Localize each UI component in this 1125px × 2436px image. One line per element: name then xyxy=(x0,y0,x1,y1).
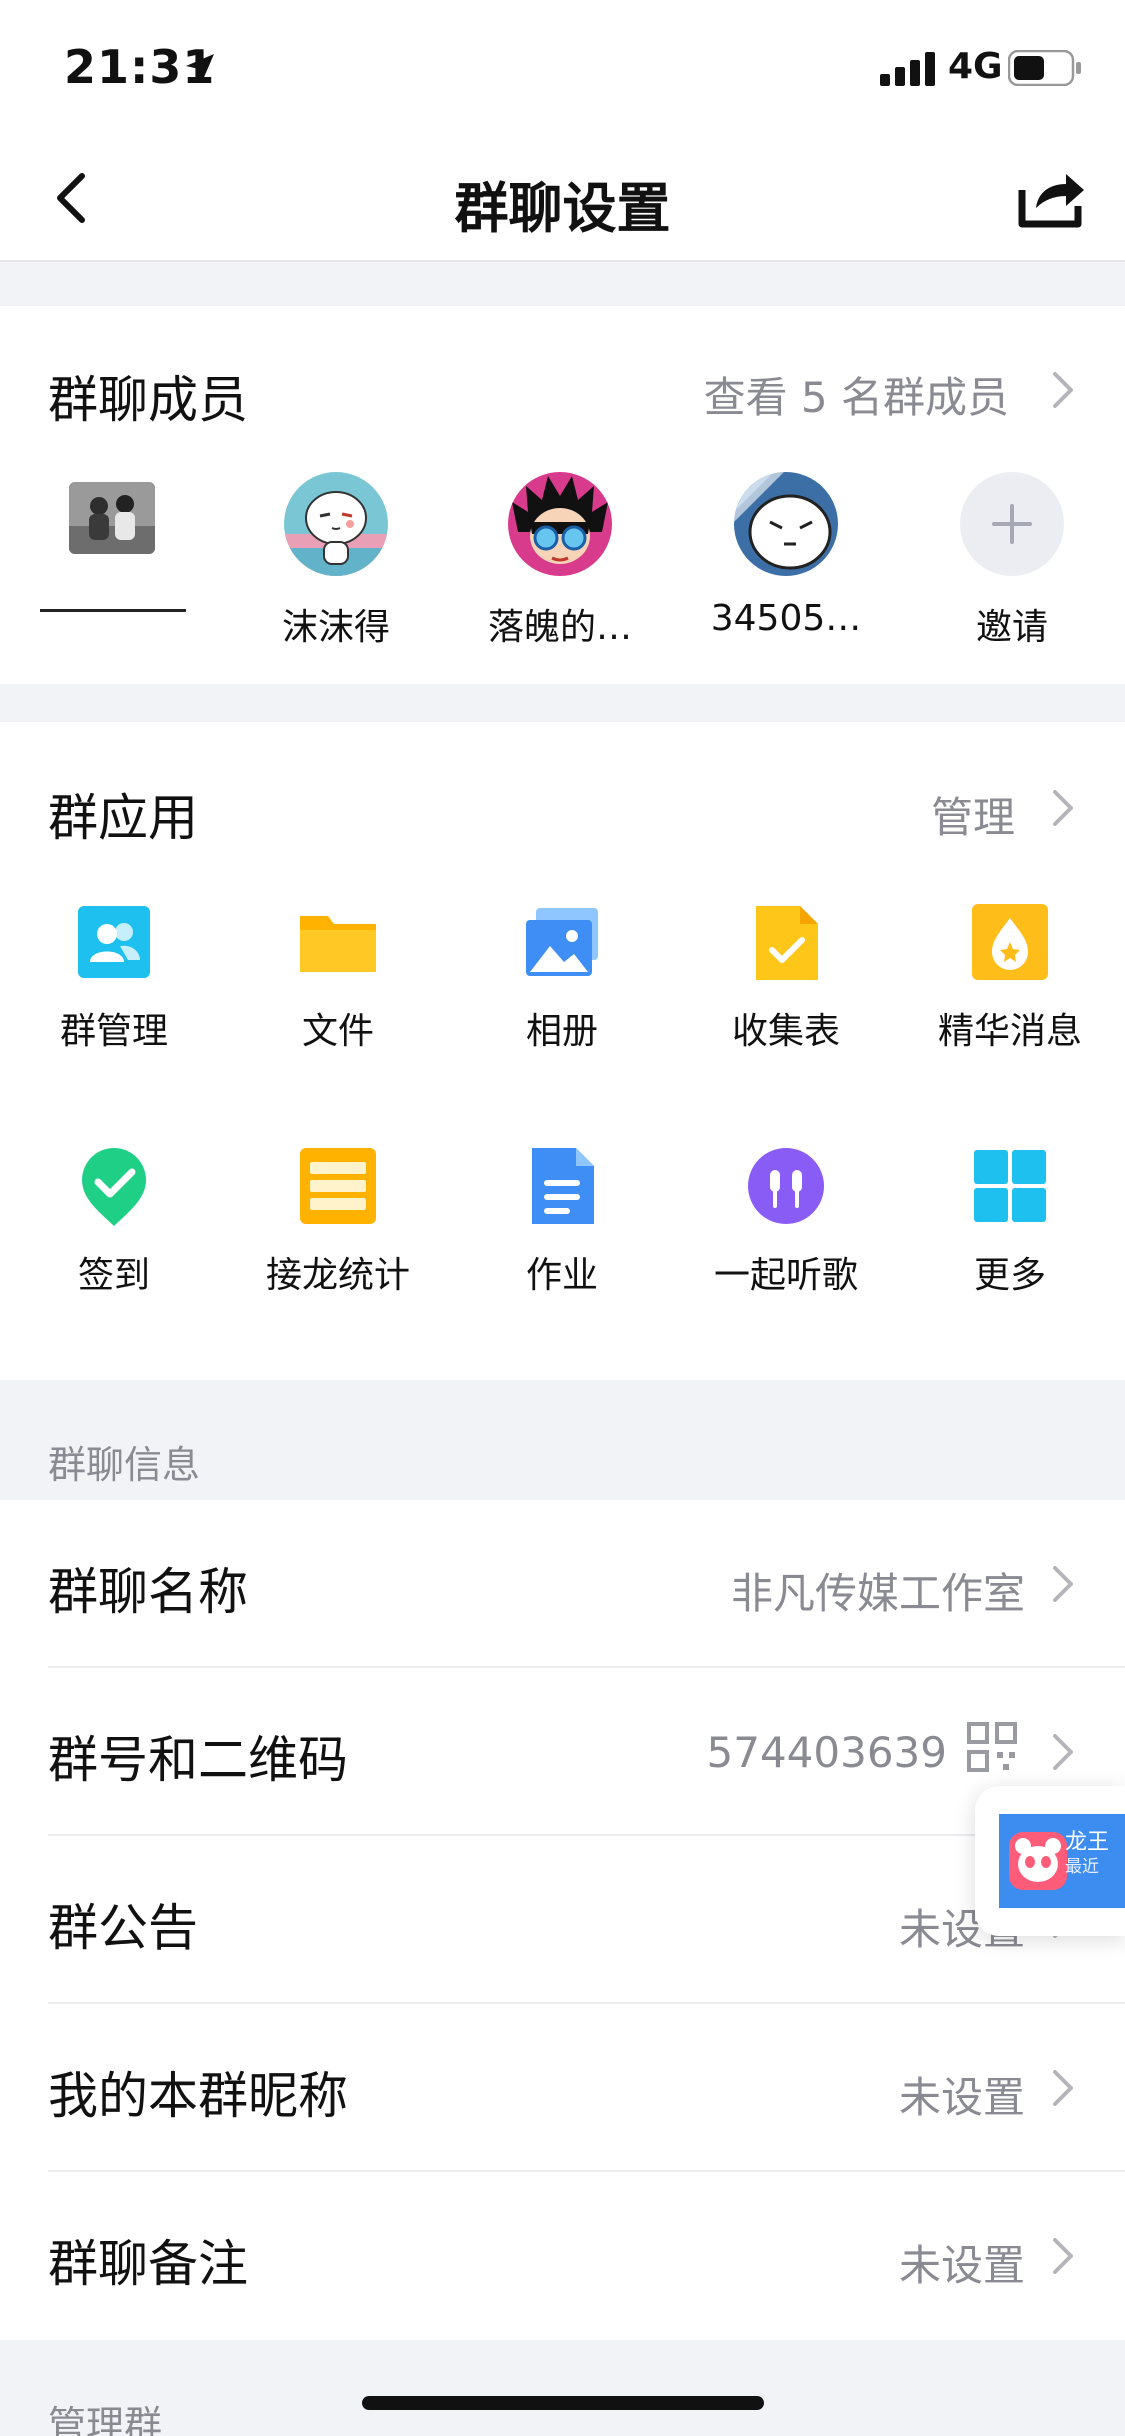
app-more[interactable]: 更多 xyxy=(898,1146,1122,1298)
status-bar: 21:31 4G xyxy=(0,0,1125,136)
location-arrow-icon xyxy=(186,54,214,82)
app-label: 签到 xyxy=(77,1255,150,1296)
spiky-hair-avatar-icon xyxy=(508,472,612,576)
row-value: 非凡传媒工作室 xyxy=(730,1569,1025,1618)
members-title: 群聊成员 xyxy=(48,371,248,429)
apps-title: 群应用 xyxy=(48,789,198,847)
member-avatar xyxy=(69,482,155,554)
member-name: 34505… xyxy=(710,598,862,639)
photo-avatar-icon xyxy=(69,482,155,554)
chevron-right-icon xyxy=(1053,2070,1073,2106)
group-apps-card: 群应用 管理 群管理 文件 相册 收集表 精华消息 签到 接龙统计 作业 一起听… xyxy=(0,722,1125,1380)
page-title: 群聊设置 xyxy=(454,177,671,240)
plus-icon xyxy=(992,504,1032,544)
chevron-right-icon xyxy=(1053,2238,1073,2274)
qr-code-icon xyxy=(967,1722,1017,1772)
view-members-link[interactable]: 查看 5 名群成员 xyxy=(704,364,1009,425)
member-item[interactable]: 34505… xyxy=(686,472,886,639)
invite-label: 邀请 xyxy=(975,607,1048,648)
share-icon[interactable] xyxy=(1016,166,1086,230)
row-value: 未设置 xyxy=(898,2241,1025,2290)
row-label: 群公告 xyxy=(48,1899,198,1957)
app-label: 收集表 xyxy=(731,1011,840,1052)
network-type: 4G xyxy=(948,46,1003,87)
member-avatar xyxy=(508,472,612,576)
cartoon-avatar-icon xyxy=(284,472,388,576)
floating-widget-subtitle: 最近 xyxy=(1065,1857,1099,1877)
group-manage-icon xyxy=(78,906,150,978)
row-group-number-qr[interactable]: 群号和二维码 574403639 xyxy=(0,1668,1125,1836)
folder-icon xyxy=(300,916,376,972)
grid-more-icon xyxy=(974,1150,1046,1222)
form-icon xyxy=(756,906,818,980)
app-list-stats[interactable]: 接龙统计 xyxy=(226,1146,450,1298)
check-in-icon xyxy=(82,1148,146,1226)
app-files[interactable]: 文件 xyxy=(226,902,450,1054)
chevron-right-icon[interactable] xyxy=(1051,786,1077,830)
app-label: 文件 xyxy=(301,1011,374,1052)
member-avatar xyxy=(734,472,838,576)
app-label: 相册 xyxy=(525,1011,598,1052)
chevron-right-icon xyxy=(1053,1566,1073,1602)
member-name xyxy=(40,570,186,612)
row-group-remark[interactable]: 群聊备注 未设置 xyxy=(0,2172,1125,2340)
row-value: 未设置 xyxy=(898,2073,1025,2122)
app-label: 接龙统计 xyxy=(265,1255,410,1296)
manage-group-label: 管理群 xyxy=(48,2403,163,2436)
chevron-right-icon xyxy=(1053,1734,1073,1770)
row-label: 我的本群昵称 xyxy=(48,2067,348,2125)
row-label: 群聊名称 xyxy=(48,1563,248,1621)
row-value: 574403639 xyxy=(706,1728,948,1777)
list-stats-icon xyxy=(300,1148,376,1224)
panda-icon xyxy=(1009,1832,1067,1890)
member-item[interactable]: 沫沫得 xyxy=(236,472,436,650)
app-album[interactable]: 相册 xyxy=(450,902,674,1054)
row-group-name[interactable]: 群聊名称 非凡传媒工作室 xyxy=(0,1500,1125,1668)
invite-plus-circle xyxy=(960,472,1064,576)
member-name: 落魄的… xyxy=(487,607,632,648)
battery-icon xyxy=(1008,50,1081,86)
app-label: 一起听歌 xyxy=(713,1255,858,1296)
apps-manage-link[interactable]: 管理 xyxy=(931,784,1015,845)
member-name: 沫沫得 xyxy=(281,607,390,648)
app-collect-form[interactable]: 收集表 xyxy=(674,902,898,1054)
invite-button[interactable]: 邀请 xyxy=(912,472,1112,650)
member-item[interactable]: 落魄的… xyxy=(460,472,660,650)
group-info-label: 群聊信息 xyxy=(48,1443,201,1487)
nav-bar: 群聊设置 xyxy=(0,136,1125,262)
app-label: 更多 xyxy=(973,1255,1046,1296)
floating-widget[interactable]: 龙王 最近 xyxy=(975,1786,1125,1936)
headphones-icon xyxy=(748,1148,824,1224)
app-check-in[interactable]: 签到 xyxy=(2,1146,226,1298)
row-label: 群号和二维码 xyxy=(48,1731,348,1789)
member-item[interactable] xyxy=(12,466,212,612)
smiley-avatar-icon xyxy=(734,472,838,576)
app-homework[interactable]: 作业 xyxy=(450,1146,674,1298)
row-label: 群聊备注 xyxy=(48,2235,248,2293)
member-avatar xyxy=(284,472,388,576)
members-card: 群聊成员 查看 5 名群成员 沫沫得 落魄的… 34505… 邀请 xyxy=(0,306,1125,684)
photo-album-icon xyxy=(526,908,598,976)
signal-icon xyxy=(880,52,935,86)
app-group-manage[interactable]: 群管理 xyxy=(2,902,226,1054)
chevron-right-icon[interactable] xyxy=(1051,368,1077,412)
homework-icon xyxy=(532,1148,594,1224)
essence-icon xyxy=(972,904,1048,980)
app-listen-together[interactable]: 一起听歌 xyxy=(674,1146,898,1298)
app-label: 精华消息 xyxy=(937,1011,1082,1052)
row-announcement[interactable]: 群公告 未设置 xyxy=(0,1836,1125,2004)
home-indicator[interactable] xyxy=(362,2396,764,2410)
row-my-nickname[interactable]: 我的本群昵称 未设置 xyxy=(0,2004,1125,2172)
app-label: 群管理 xyxy=(59,1011,168,1052)
app-essence[interactable]: 精华消息 xyxy=(898,902,1122,1054)
app-label: 作业 xyxy=(525,1255,598,1296)
